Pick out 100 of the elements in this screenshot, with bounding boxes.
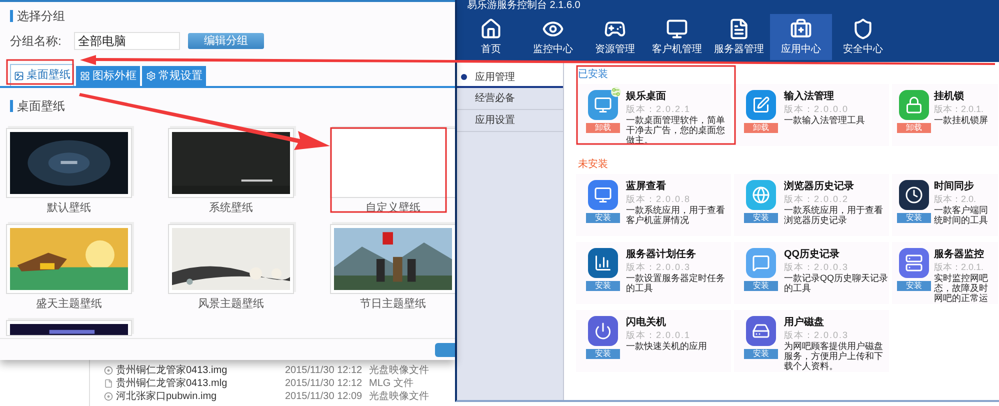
app-name: QQ历史记录 [784, 248, 841, 261]
nav-tab[interactable]: 安全中心 [832, 14, 894, 60]
app-name: 蓝屏查看 [626, 180, 667, 193]
app-description: 为网吧顾客提供用户磁盘服务，方便用户上传和下载个人资料。 [784, 341, 884, 371]
globe-icon [746, 180, 776, 210]
chart-icon [588, 248, 618, 278]
app-description: 一款记录QQ历史聊天记录的工具 [784, 273, 889, 293]
nav-tab[interactable]: 监控中心 [522, 14, 584, 60]
app-description: 一款快速关机的应用 [626, 341, 708, 351]
grid-icon [80, 71, 90, 81]
app-name: 服务器监控 [934, 248, 985, 261]
app-description: 一款系统应用，用于查看浏览器历史记录 [784, 205, 884, 225]
app-version: 版本：2.0.0.1 [626, 329, 692, 341]
wallpaper-label: 默认壁纸 [47, 200, 91, 216]
uninstall-button[interactable]: 卸载 [586, 123, 620, 133]
app-version: 版本：2.0.0.8 [626, 193, 692, 205]
app-name: 挂机锁 [934, 90, 965, 103]
file-date: 2015/11/30 12:12 [285, 364, 364, 378]
app-version: 版本：2.0.0.2 [784, 193, 850, 205]
app-name: 浏览器历史记录 [784, 180, 855, 193]
section-heading: 未安装 [578, 158, 609, 172]
tab[interactable]: 桌面壁纸 [10, 64, 74, 86]
install-button[interactable]: 安装 [586, 213, 620, 223]
file-icon [104, 379, 113, 388]
file-name[interactable]: 河北张家口pubwin.img [116, 389, 285, 404]
disc-file-icon [104, 392, 113, 401]
nav-tab[interactable]: 服务器管理 [708, 14, 770, 60]
monitor-icon [588, 90, 618, 120]
section-title: 选择分组 [17, 8, 65, 25]
install-button[interactable]: 安装 [897, 213, 931, 223]
chat-icon [746, 248, 776, 278]
wallpaper-label: 系统壁纸 [209, 200, 253, 216]
sidebar-item[interactable]: 经营必备 [457, 88, 563, 110]
tab[interactable]: 常规设置 [142, 66, 206, 86]
lock-icon [899, 90, 929, 120]
document-icon [728, 18, 750, 40]
power-icon [588, 316, 618, 346]
app-description: 实时监控网吧态，故障及时网吧的正常运 [934, 273, 989, 303]
app-version: 版本：2.0.0.3 [784, 261, 850, 273]
file-type: MLG 文件 [369, 376, 414, 390]
install-button[interactable]: 安装 [744, 213, 778, 223]
app-description: 一款客户端同统时间的工具 [934, 205, 989, 225]
app-version: 版本：2.0. [934, 193, 978, 205]
install-button[interactable]: 安装 [586, 281, 620, 291]
app-name: 娱乐桌面 [626, 90, 667, 103]
app-version: 版本：2.0.0.0 [784, 103, 850, 115]
file-name[interactable]: 贵州铜仁龙管家0413.img [116, 363, 285, 378]
install-button[interactable]: 安装 [897, 281, 931, 291]
edit-group-button[interactable]: 编辑分组 [188, 33, 264, 49]
pen-icon [746, 90, 776, 120]
window-title: 易乐游服务控制台 2.1.6.0 [467, 0, 582, 12]
sidebar-item[interactable]: 应用管理 [457, 62, 563, 88]
nav-tab[interactable]: 应用中心 [770, 14, 832, 60]
app-description: 一款设置服务器定时任务的工具 [626, 273, 726, 293]
nav-tab[interactable]: 资源管理 [584, 14, 646, 60]
tab[interactable]: 图标外框 [76, 66, 140, 86]
settings-icon [146, 71, 156, 81]
dialog-button[interactable] [435, 342, 455, 356]
app-description: 一款挂机锁屏 [934, 115, 989, 125]
disc-file-icon [104, 366, 113, 375]
uninstall-button[interactable]: 卸载 [897, 123, 931, 133]
thumbnail-frame[interactable] [6, 320, 132, 336]
wallpaper-label: 风景主题壁纸 [198, 296, 264, 312]
app-version: 版本：2.0.1. [934, 261, 985, 273]
app-description: 一款输入法管理工具 [784, 115, 866, 125]
file-type: 光盘映像文件 [369, 364, 429, 378]
app-name: 闪电关机 [626, 316, 667, 329]
toolbox-icon [790, 18, 812, 40]
nav-tab[interactable]: 首页 [460, 14, 522, 60]
app-version: 版本：2.0.0.3 [784, 329, 850, 341]
app-name: 用户磁盘 [784, 316, 825, 329]
app-description: 一款系统应用，用于查看客户机蓝屏情况 [626, 205, 726, 225]
thumbnail-frame[interactable] [330, 128, 455, 198]
monitor-icon [588, 180, 618, 210]
install-button[interactable]: 安装 [586, 349, 620, 359]
app-name: 服务器计划任务 [626, 248, 697, 261]
wallpaper-label: 盛天主题壁纸 [36, 296, 102, 312]
file-date: 2015/11/30 12:12 [285, 377, 364, 391]
shield-icon [852, 18, 874, 40]
nav-tab[interactable]: 客户机管理 [646, 14, 708, 60]
image-icon [14, 70, 24, 80]
monitor-icon [666, 18, 688, 40]
app-version: 版本：2.0.1. [934, 103, 985, 115]
file-name[interactable]: 贵州铜仁龙管家0413.mlg [116, 376, 285, 391]
file-date: 2015/11/30 12:09 [285, 390, 364, 404]
install-button[interactable]: 安装 [744, 281, 778, 291]
app-name: 时间同步 [934, 180, 975, 193]
home-icon [480, 18, 502, 40]
uninstall-button[interactable]: 卸载 [744, 123, 778, 133]
install-button[interactable]: 安装 [744, 349, 778, 359]
file-type: 光盘映像文件 [369, 390, 429, 404]
group-name-field[interactable]: 全部电脑 [74, 32, 180, 50]
app-version: 版本：2.0.2.1 [626, 103, 692, 115]
app-version: 版本：2.0.0.3 [626, 261, 692, 273]
server-icon [899, 248, 929, 278]
app-name: 输入法管理 [784, 90, 835, 103]
section-heading: 已安装 [578, 68, 609, 82]
section-title: 桌面壁纸 [17, 98, 65, 115]
sidebar-item[interactable]: 应用设置 [457, 110, 563, 132]
wallpaper-label: 节日主题壁纸 [360, 296, 426, 312]
